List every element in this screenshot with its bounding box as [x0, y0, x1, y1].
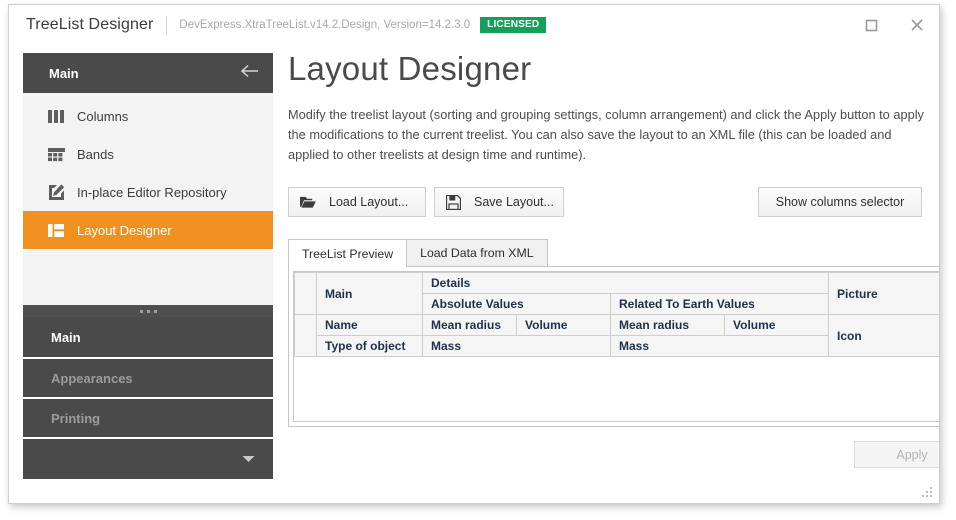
sidebar-header-label: Main [49, 65, 79, 81]
sidebar-item-bands[interactable]: Bands [23, 135, 273, 173]
sidebar-nav-list: Columns Bands In-place Editor Repository… [23, 93, 273, 305]
preview-section: TreeList Preview Load Data from XML Main… [288, 239, 939, 427]
column-type-of-object[interactable]: Type of object [316, 335, 423, 357]
show-columns-selector-button[interactable]: Show columns selector [758, 187, 922, 217]
sidebar-group-list: Main Appearances Printing [23, 317, 273, 479]
sidebar-group-label: Printing [51, 410, 101, 426]
sidebar-item-in-place-editor-repository[interactable]: In-place Editor Repository [23, 173, 273, 211]
sidebar-item-label: Columns [77, 108, 129, 124]
sidebar-header: Main [23, 53, 273, 93]
treelist-grid: Main Details Picture Absolute Values Rel… [293, 271, 939, 422]
page-title: Layout Designer [288, 50, 532, 87]
treelist-designer-window: TreeList Designer DevExpress.XtraTreeLis… [8, 4, 940, 504]
treelist-band-header: Main Details Picture Absolute Values Rel… [294, 272, 939, 357]
apply-row: Apply [288, 441, 939, 468]
app-title: TreeList Designer [26, 16, 154, 33]
column-rel-mass[interactable]: Mass [609, 335, 830, 357]
sidebar-item-label: Bands [77, 146, 114, 162]
maximize-icon [865, 19, 878, 32]
columns-icon [47, 107, 65, 125]
sidebar-item-label: Layout Designer [77, 222, 172, 238]
band-main[interactable]: Main [316, 272, 423, 315]
tab-label: Load Data from XML [420, 246, 534, 260]
sidebar-splitter[interactable] [23, 305, 273, 317]
load-layout-label: Load Layout... [329, 195, 409, 209]
tab-label: TreeList Preview [302, 246, 394, 261]
floppy-disk-icon [446, 194, 461, 210]
title-bar: TreeList Designer DevExpress.XtraTreeLis… [9, 5, 939, 45]
splitter-dot [153, 309, 157, 313]
close-icon [910, 18, 924, 32]
maximize-button[interactable] [849, 8, 894, 42]
sidebar-item-layout-designer[interactable]: Layout Designer [23, 211, 273, 249]
column-rel-mean-radius[interactable]: Mean radius [610, 314, 725, 336]
show-columns-selector-label: Show columns selector [775, 195, 905, 209]
pencil-edit-icon [47, 183, 65, 201]
layout-icon [47, 221, 65, 239]
load-layout-button[interactable]: Load Layout... [288, 187, 426, 217]
indent-cell [294, 272, 317, 315]
indent-cell [294, 314, 317, 357]
resize-grip[interactable] [922, 487, 934, 499]
save-layout-label: Save Layout... [474, 195, 554, 209]
preview-panel: Main Details Picture Absolute Values Rel… [288, 266, 939, 427]
sidebar-item-columns[interactable]: Columns [23, 97, 273, 135]
tab-treelist-preview[interactable]: TreeList Preview [288, 239, 408, 267]
column-abs-volume[interactable]: Volume [516, 314, 611, 336]
page-description: Modify the treelist layout (sorting and … [288, 107, 924, 162]
preview-tabs: TreeList Preview Load Data from XML [288, 239, 939, 267]
close-button[interactable] [894, 8, 939, 42]
window-controls [849, 5, 939, 45]
apply-button[interactable]: Apply [854, 441, 939, 468]
column-abs-mean-radius[interactable]: Mean radius [422, 314, 517, 336]
column-rel-volume[interactable]: Volume [723, 314, 830, 336]
arrow-left-icon [240, 64, 259, 83]
open-folder-icon [300, 194, 316, 210]
band-absolute-values[interactable]: Absolute Values [422, 293, 611, 315]
splitter-dot [139, 309, 143, 313]
sidebar: Main Columns Bands In-place Editor Repos… [23, 53, 273, 479]
save-layout-button[interactable]: Save Layout... [434, 187, 564, 217]
sidebar-group-appearances[interactable]: Appearances [23, 357, 273, 397]
main-content: Layout Designer Modify the treelist layo… [288, 47, 939, 489]
sidebar-item-label: In-place Editor Repository [77, 184, 227, 200]
treelist-grid-body[interactable] [294, 357, 939, 421]
column-row-first: Name Mean radius Volume Mean radius Volu… [294, 314, 939, 357]
sidebar-group-printing[interactable]: Printing [23, 397, 273, 437]
sidebar-group-main[interactable]: Main [23, 317, 273, 357]
sidebar-more-button[interactable] [23, 437, 273, 479]
splitter-dot [146, 309, 150, 313]
bands-icon [47, 145, 65, 163]
assembly-info: DevExpress.XtraTreeList.v14.2.Design, Ve… [179, 19, 471, 31]
apply-label: Apply [896, 447, 928, 462]
band-details[interactable]: Details [421, 272, 830, 294]
chevron-down-icon [242, 450, 255, 468]
sidebar-back-button[interactable] [240, 64, 259, 83]
tab-load-data-from-xml[interactable]: Load Data from XML [406, 239, 548, 266]
sidebar-group-label: Appearances [51, 370, 133, 386]
column-name[interactable]: Name [316, 314, 423, 336]
column-abs-mass[interactable]: Mass [422, 335, 611, 357]
band-related-to-earth-values[interactable]: Related To Earth Values [609, 293, 830, 315]
band-picture[interactable]: Picture [828, 272, 939, 315]
sidebar-group-label: Main [51, 329, 81, 345]
title-separator [166, 16, 168, 34]
band-icon[interactable]: Icon [828, 314, 939, 357]
layout-toolbar: Load Layout... Save Layout... Show colum… [288, 187, 929, 217]
band-row-top: Main Details Picture [294, 272, 939, 315]
status-badge: LICENSED [480, 17, 547, 33]
